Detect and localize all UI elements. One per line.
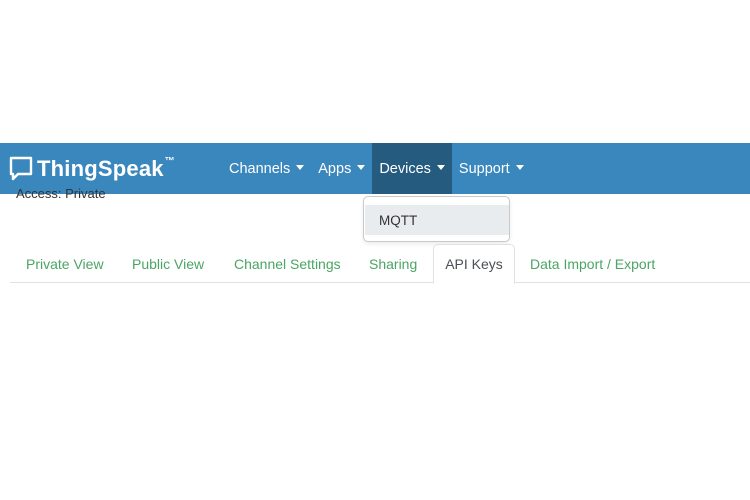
chat-bubble-icon [9,156,33,182]
page-top-blank-area [0,0,750,143]
tab-api-keys[interactable]: API Keys [433,244,515,284]
caret-down-icon [296,165,305,170]
tab-sharing[interactable]: Sharing [369,244,417,283]
access-label: Access: Private [16,188,106,201]
caret-down-icon [515,165,524,170]
tab-public-view[interactable]: Public View [132,244,204,283]
nav-item-devices[interactable]: Devices [372,143,452,194]
nav-item-label: Support [458,160,510,177]
tab-private-view[interactable]: Private View [26,244,104,283]
channel-tabs: Private View Public View Channel Setting… [10,244,750,284]
devices-dropdown-menu: MQTT [363,196,510,242]
top-navbar: ThingSpeak ™ Channels Apps Devices Suppo… [0,143,750,194]
brand-name: ThingSpeak [37,155,164,181]
nav-item-apps[interactable]: Apps [311,143,372,194]
menu-item-mqtt[interactable]: MQTT [365,205,509,235]
nav-item-label: Channels [229,160,291,177]
nav-item-label: Devices [379,160,431,177]
caret-down-icon [436,165,445,170]
brand-logo[interactable]: ThingSpeak ™ [9,143,214,194]
brand-trademark: ™ [164,156,175,167]
nav-item-support[interactable]: Support [452,143,531,194]
tab-channel-settings[interactable]: Channel Settings [234,244,341,283]
nav-item-label: Apps [318,160,352,177]
channel-access-status: Access: Private [16,188,106,202]
nav-item-channels[interactable]: Channels [222,143,311,194]
tab-data-import-export[interactable]: Data Import / Export [530,244,655,283]
caret-down-icon [357,165,366,170]
